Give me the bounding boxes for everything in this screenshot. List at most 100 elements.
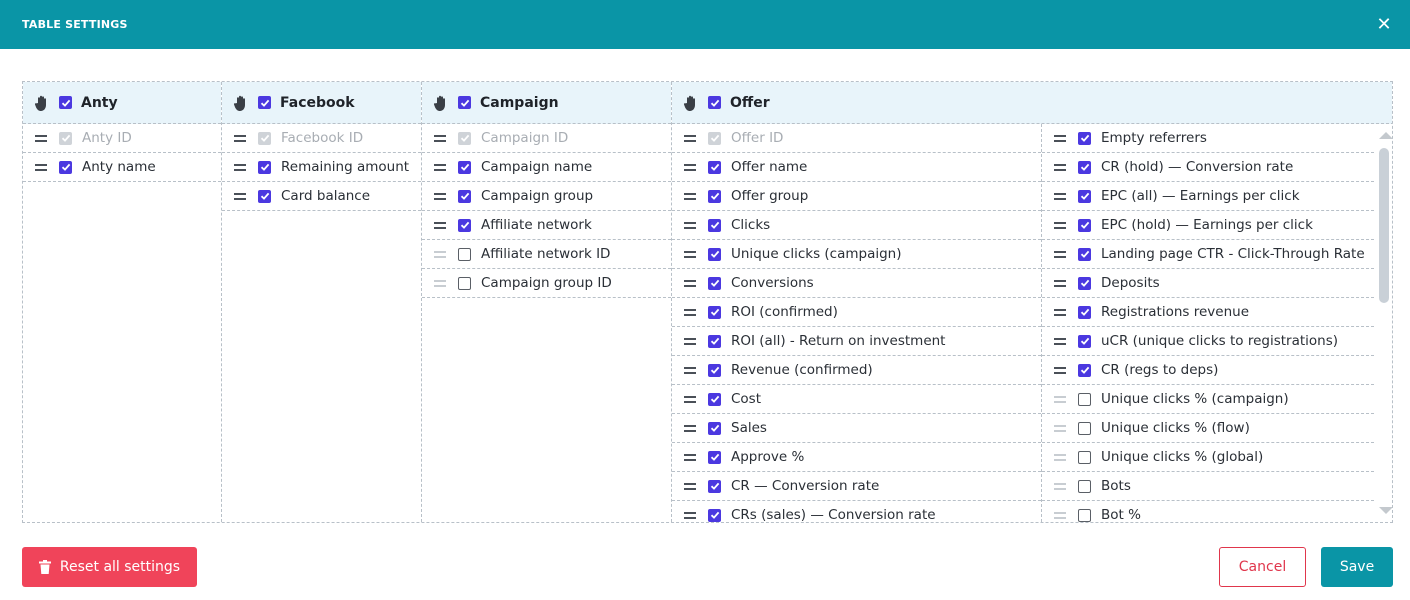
column-row[interactable]: Cost: [672, 385, 1041, 414]
row-checkbox[interactable]: [458, 218, 471, 232]
drag-handle-icon[interactable]: [684, 337, 696, 345]
row-checkbox[interactable]: [708, 479, 721, 493]
row-checkbox[interactable]: [708, 305, 721, 319]
column-row[interactable]: Facebook ID: [222, 124, 421, 153]
column-row[interactable]: Clicks: [672, 211, 1041, 240]
column-row[interactable]: Unique clicks % (global): [1042, 443, 1374, 472]
drag-handle-icon[interactable]: [434, 250, 446, 258]
drag-handle-icon[interactable]: [684, 308, 696, 316]
row-checkbox[interactable]: [1078, 247, 1091, 261]
drag-handle-icon[interactable]: [1054, 192, 1066, 200]
column-row[interactable]: Campaign name: [422, 153, 671, 182]
drag-handle-icon[interactable]: [234, 134, 246, 142]
drag-handle-icon[interactable]: [1054, 511, 1066, 519]
row-checkbox[interactable]: [1078, 160, 1091, 174]
row-checkbox[interactable]: [1078, 218, 1091, 232]
drag-handle-icon[interactable]: [434, 192, 446, 200]
row-checkbox[interactable]: [1078, 363, 1091, 377]
column-row[interactable]: EPC (hold) — Earnings per click: [1042, 211, 1374, 240]
column-row[interactable]: Registrations revenue: [1042, 298, 1374, 327]
scroll-down-icon[interactable]: [1379, 507, 1392, 514]
row-checkbox[interactable]: [258, 189, 271, 203]
column-row[interactable]: Anty name: [23, 153, 221, 182]
row-checkbox[interactable]: [458, 247, 471, 261]
column-row[interactable]: uCR (unique clicks to registrations): [1042, 327, 1374, 356]
row-checkbox[interactable]: [1078, 421, 1091, 435]
row-checkbox[interactable]: [708, 189, 721, 203]
column-row[interactable]: Affiliate network ID: [422, 240, 671, 269]
column-row[interactable]: Campaign group: [422, 182, 671, 211]
row-checkbox[interactable]: [1078, 305, 1091, 319]
drag-handle-icon[interactable]: [35, 163, 47, 171]
row-checkbox[interactable]: [708, 218, 721, 232]
column-row[interactable]: Empty referrers: [1042, 124, 1374, 153]
column-row[interactable]: Card balance: [222, 182, 421, 211]
drag-handle-icon[interactable]: [1054, 279, 1066, 287]
drag-handle-icon[interactable]: [1054, 424, 1066, 432]
drag-handle-icon[interactable]: [434, 134, 446, 142]
drag-hand-icon[interactable]: [33, 94, 51, 112]
drag-handle-icon[interactable]: [434, 221, 446, 229]
row-checkbox[interactable]: [458, 160, 471, 174]
drag-handle-icon[interactable]: [684, 424, 696, 432]
row-checkbox[interactable]: [708, 334, 721, 348]
drag-handle-icon[interactable]: [1054, 337, 1066, 345]
column-row[interactable]: Bots: [1042, 472, 1374, 501]
column-row[interactable]: Unique clicks % (campaign): [1042, 385, 1374, 414]
row-checkbox[interactable]: [1078, 334, 1091, 348]
close-icon[interactable]: ✕: [1374, 15, 1394, 34]
column-row[interactable]: Affiliate network: [422, 211, 671, 240]
drag-hand-icon[interactable]: [682, 94, 700, 112]
drag-hand-icon[interactable]: [432, 94, 450, 112]
column-row[interactable]: ROI (all) - Return on investment: [672, 327, 1041, 356]
row-checkbox[interactable]: [708, 160, 721, 174]
group-checkbox[interactable]: [708, 96, 721, 109]
drag-handle-icon[interactable]: [1054, 134, 1066, 142]
column-row[interactable]: CR — Conversion rate: [672, 472, 1041, 501]
group-checkbox[interactable]: [59, 96, 72, 109]
row-checkbox[interactable]: [708, 392, 721, 406]
row-checkbox[interactable]: [708, 276, 721, 290]
column-row[interactable]: Unique clicks (campaign): [672, 240, 1041, 269]
drag-handle-icon[interactable]: [684, 250, 696, 258]
column-row[interactable]: Sales: [672, 414, 1041, 443]
row-checkbox[interactable]: [1078, 131, 1091, 145]
drag-handle-icon[interactable]: [684, 134, 696, 142]
cancel-button[interactable]: Cancel: [1219, 547, 1306, 587]
drag-handle-icon[interactable]: [1054, 308, 1066, 316]
drag-handle-icon[interactable]: [684, 482, 696, 490]
drag-handle-icon[interactable]: [1054, 163, 1066, 171]
drag-hand-icon[interactable]: [232, 94, 250, 112]
group-checkbox[interactable]: [258, 96, 271, 109]
column-row[interactable]: Revenue (confirmed): [672, 356, 1041, 385]
drag-handle-icon[interactable]: [684, 395, 696, 403]
column-row[interactable]: Anty ID: [23, 124, 221, 153]
group-checkbox[interactable]: [458, 96, 471, 109]
column-row[interactable]: ROI (confirmed): [672, 298, 1041, 327]
drag-handle-icon[interactable]: [684, 511, 696, 519]
column-row[interactable]: Deposits: [1042, 269, 1374, 298]
drag-handle-icon[interactable]: [234, 192, 246, 200]
drag-handle-icon[interactable]: [1054, 453, 1066, 461]
row-checkbox[interactable]: [458, 189, 471, 203]
column-row[interactable]: Approve %: [672, 443, 1041, 472]
column-row[interactable]: Offer group: [672, 182, 1041, 211]
drag-handle-icon[interactable]: [1054, 482, 1066, 490]
scrollbar-thumb[interactable]: [1379, 148, 1389, 303]
column-row[interactable]: Remaining amount: [222, 153, 421, 182]
scroll-up-icon[interactable]: [1379, 132, 1392, 139]
drag-handle-icon[interactable]: [684, 453, 696, 461]
drag-handle-icon[interactable]: [1054, 250, 1066, 258]
drag-handle-icon[interactable]: [684, 279, 696, 287]
drag-handle-icon[interactable]: [234, 163, 246, 171]
drag-handle-icon[interactable]: [434, 279, 446, 287]
row-checkbox[interactable]: [458, 276, 471, 290]
drag-handle-icon[interactable]: [684, 221, 696, 229]
column-row[interactable]: CR (regs to deps): [1042, 356, 1374, 385]
row-checkbox[interactable]: [1078, 450, 1091, 464]
column-row[interactable]: CRs (sales) — Conversion rate: [672, 501, 1041, 522]
drag-handle-icon[interactable]: [684, 192, 696, 200]
drag-handle-icon[interactable]: [35, 134, 47, 142]
column-row[interactable]: EPC (all) — Earnings per click: [1042, 182, 1374, 211]
row-checkbox[interactable]: [708, 363, 721, 377]
